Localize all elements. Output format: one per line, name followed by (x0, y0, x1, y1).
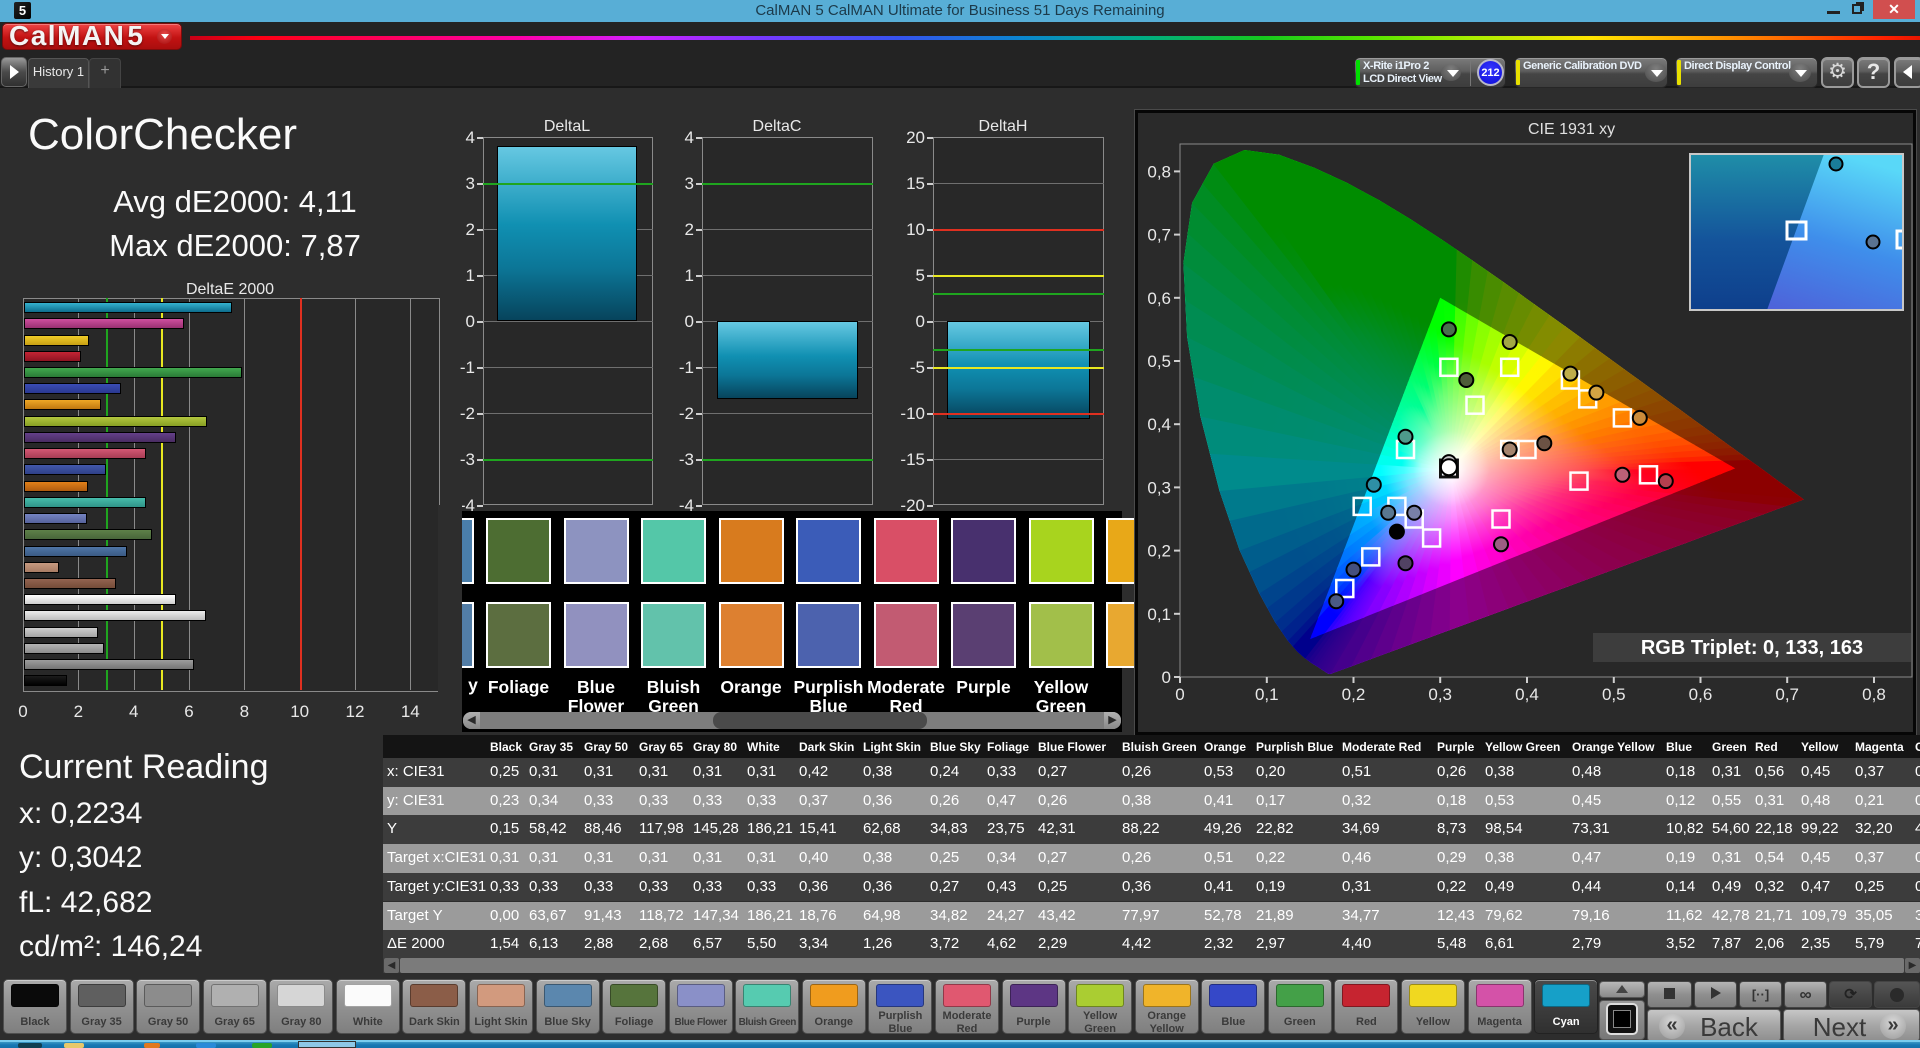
svg-text:0,1: 0,1 (1255, 685, 1279, 704)
svg-text:0,7: 0,7 (1147, 226, 1171, 245)
svg-text:0,3: 0,3 (1147, 478, 1171, 497)
svg-text:0,3: 0,3 (1428, 685, 1452, 704)
svg-text:0,8: 0,8 (1862, 685, 1886, 704)
svg-text:CIE 1931 xy: CIE 1931 xy (1528, 121, 1615, 138)
svg-text:0,4: 0,4 (1515, 685, 1539, 704)
svg-text:0: 0 (1162, 668, 1171, 687)
svg-text:0,2: 0,2 (1342, 685, 1366, 704)
svg-text:0,6: 0,6 (1147, 289, 1171, 308)
svg-text:0,8: 0,8 (1147, 162, 1171, 181)
svg-text:0,5: 0,5 (1147, 352, 1171, 371)
svg-text:0: 0 (1175, 685, 1184, 704)
svg-text:0,4: 0,4 (1147, 415, 1171, 434)
svg-text:0,6: 0,6 (1689, 685, 1713, 704)
svg-text:RGB Triplet: 0, 133, 163: RGB Triplet: 0, 133, 163 (1641, 637, 1863, 659)
svg-text:0,5: 0,5 (1602, 685, 1626, 704)
svg-text:0,7: 0,7 (1775, 685, 1799, 704)
svg-text:0,2: 0,2 (1147, 542, 1171, 561)
svg-text:0,1: 0,1 (1147, 605, 1171, 624)
